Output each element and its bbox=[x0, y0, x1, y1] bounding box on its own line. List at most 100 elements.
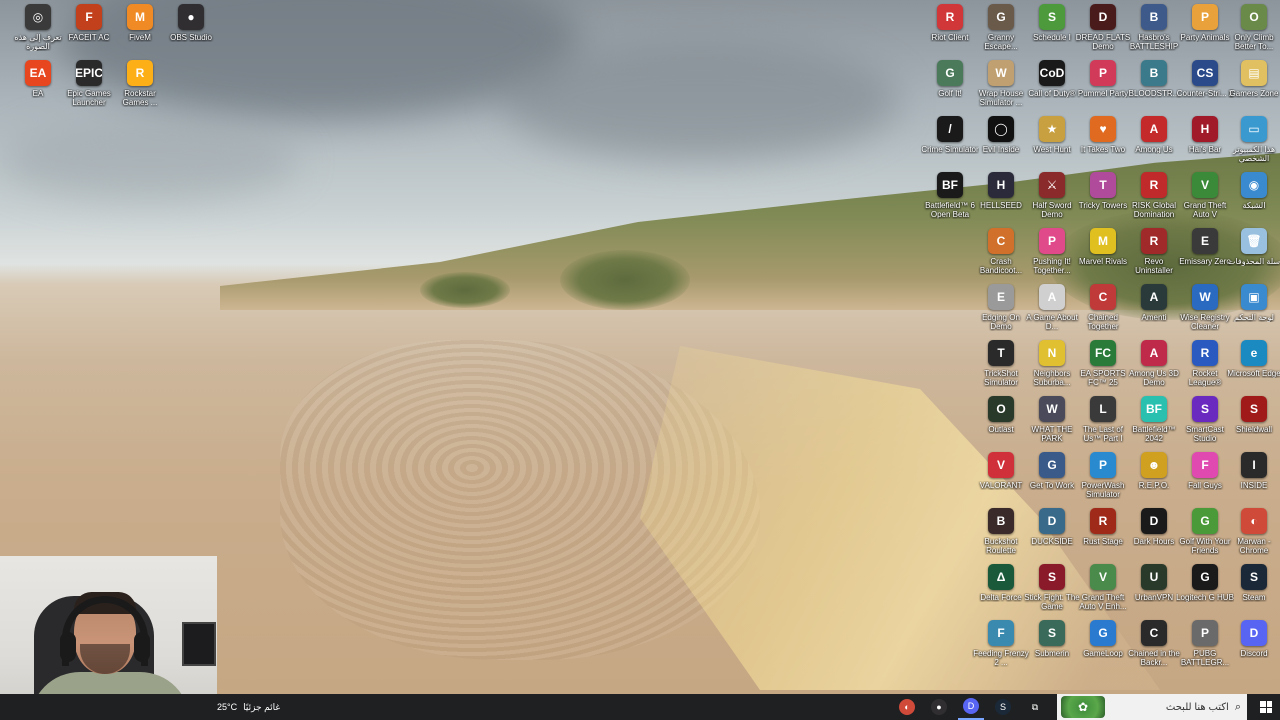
discord-taskbar-icon[interactable]: D bbox=[958, 694, 984, 720]
desktop-icon-faceit-ac[interactable]: F FACEIT AC bbox=[60, 4, 118, 60]
desktop-icon-submerin[interactable]: S Submerin bbox=[1023, 620, 1081, 676]
desktop-icon-crash-bandicoot[interactable]: C Crash Bandicoot... bbox=[972, 228, 1030, 284]
desktop-icon-label: Shieldwall bbox=[1235, 425, 1273, 434]
search-highlight-icon[interactable]: ✿ bbox=[1061, 696, 1105, 718]
background-monitor bbox=[182, 622, 216, 666]
app-icon: T bbox=[988, 340, 1014, 366]
desktop-icon-valorant[interactable]: V VALORANT bbox=[972, 452, 1030, 508]
desktop-icon-microsoft-edge[interactable]: e Microsoft Edge bbox=[1225, 340, 1280, 396]
desktop-icon-gamers-zone[interactable]: ▤ Gamers Zone bbox=[1225, 60, 1280, 116]
app-icon: A bbox=[1141, 284, 1167, 310]
steam-taskbar-icon[interactable]: S bbox=[990, 694, 1016, 720]
desktop-icon-amenti[interactable]: A Amenti bbox=[1125, 284, 1183, 340]
app-icon: B bbox=[1141, 60, 1167, 86]
desktop-icon-feeding-frenzy-2[interactable]: F Feeding Frenzy 2 ... bbox=[972, 620, 1030, 676]
desktop-icon-delta-force[interactable]: Δ Delta Force bbox=[972, 564, 1030, 620]
desktop-icon-dread-flats-demo[interactable]: D DREAD FLATS Demo bbox=[1074, 4, 1132, 60]
app-icon: W bbox=[1039, 396, 1065, 422]
desktop-icon-schedule-i[interactable]: S Schedule I bbox=[1023, 4, 1081, 60]
desktop-icon-ea-sports-fc-25[interactable]: FC EA SPORTS FC™ 25 bbox=[1074, 340, 1132, 396]
app-icon: G bbox=[1039, 452, 1065, 478]
desktop-icon-bloodstr[interactable]: B BLOODSTR... bbox=[1125, 60, 1183, 116]
desktop-icon-among-us-3d-demo[interactable]: A Among Us 3D Demo bbox=[1125, 340, 1183, 396]
desktop-icon-hasbro-s-battleship[interactable]: B Hasbro's BATTLESHIP bbox=[1125, 4, 1183, 60]
desktop-icon-half-sword-demo[interactable]: ⚔ Half Sword Demo bbox=[1023, 172, 1081, 228]
desktop-icon-powerwash-simulator[interactable]: P PowerWash Simulator bbox=[1074, 452, 1132, 508]
desktop-icon-outlast[interactable]: O Outlast bbox=[972, 396, 1030, 452]
desktop-icon-what-the-park[interactable]: W WHAT THE PARK bbox=[1023, 396, 1081, 452]
desktop-icon-rockstar-games[interactable]: R Rockstar Games ... bbox=[111, 60, 169, 116]
desktop-icon-marvel-rivals[interactable]: M Marvel Rivals bbox=[1074, 228, 1132, 284]
desktop-icon-edging-on-demo[interactable]: E Edging On Demo bbox=[972, 284, 1030, 340]
desktop-icon-app[interactable]: ◉ الشبكة bbox=[1225, 172, 1280, 228]
desktop-icon-obs-studio[interactable]: ● OBS Studio bbox=[162, 4, 220, 60]
obs-taskbar-icon[interactable]: ● bbox=[926, 694, 952, 720]
desktop-icon-tricky-towers[interactable]: T Tricky Towers bbox=[1074, 172, 1132, 228]
desktop-icon-west-hunt[interactable]: ★ West Hunt bbox=[1023, 116, 1081, 172]
app-icon: R bbox=[127, 60, 153, 86]
desktop-icon-grand-theft-auto-v-enh[interactable]: V Grand Theft Auto V Enh... bbox=[1074, 564, 1132, 620]
desktop-icon-risk-global-domination[interactable]: R RISK Global Domination bbox=[1125, 172, 1183, 228]
desktop-icon-call-of-duty[interactable]: CoD Call of Duty® bbox=[1023, 60, 1081, 116]
desktop-icon-inside[interactable]: I INSIDE bbox=[1225, 452, 1280, 508]
desktop-icon-app[interactable]: ▭ هذا الكمبيوتر الشخصي bbox=[1225, 116, 1280, 172]
desktop-icon-stick-fight-the-game[interactable]: S Stick Fight: The Game bbox=[1023, 564, 1081, 620]
desktop-icon-the-last-of-us-part-i[interactable]: L The Last of Us™ Part I bbox=[1074, 396, 1132, 452]
chrome-taskbar-icon[interactable]: ◐ bbox=[894, 694, 920, 720]
desktop-icon-label: EA SPORTS FC™ 25 bbox=[1080, 369, 1126, 387]
desktop-icon-steam[interactable]: S Steam bbox=[1225, 564, 1280, 620]
desktop-icon-buckshot-roulette[interactable]: B Buckshot Roulette bbox=[972, 508, 1030, 564]
desktop-icon-pummel-party[interactable]: P Pummel Party bbox=[1074, 60, 1132, 116]
app-icon: P bbox=[1090, 452, 1116, 478]
desktop-icon-app[interactable]: ▣ لوحة التحكم bbox=[1225, 284, 1280, 340]
desktop-icon-urbanvpn[interactable]: U UrbanVPN bbox=[1125, 564, 1183, 620]
desktop-icon-among-us[interactable]: A Among Us bbox=[1125, 116, 1183, 172]
desktop-icon-granny-escape[interactable]: G Granny Escape... bbox=[972, 4, 1030, 60]
task-view-taskbar-icon[interactable]: ⧉ bbox=[1022, 694, 1048, 720]
app-icon: V bbox=[1090, 564, 1116, 590]
desktop-icon-get-to-work[interactable]: G Get To Work bbox=[1023, 452, 1081, 508]
desktop-icon-discord[interactable]: D Discord bbox=[1225, 620, 1280, 676]
desktop-icon-trickshot-simulator[interactable]: T TrickShot Simulator bbox=[972, 340, 1030, 396]
app-icon: BF bbox=[1141, 396, 1167, 422]
desktop-icon-it-takes-two[interactable]: ♥ It Takes Two bbox=[1074, 116, 1132, 172]
desktop-icon-app[interactable]: 🗑 سلة المحذوفات bbox=[1225, 228, 1280, 284]
taskbar-search-box[interactable]: ✿ اكتب هنا للبحث ⌕ bbox=[1057, 694, 1247, 720]
desktop-icon-shieldwall[interactable]: S Shieldwall bbox=[1225, 396, 1280, 452]
desktop-icon-battlefield-2042[interactable]: BF Battlefield™ 2042 bbox=[1125, 396, 1183, 452]
desktop-icon-crime-simulator[interactable]: / Crime Simulator bbox=[921, 116, 979, 172]
desktop-icon-chained-together[interactable]: C Chained Together bbox=[1074, 284, 1132, 340]
desktop-icon-ea[interactable]: EA EA bbox=[9, 60, 67, 116]
desktop-icon-golf-it[interactable]: G Golf It! bbox=[921, 60, 979, 116]
desktop-icon-hellseed[interactable]: H HELLSEED bbox=[972, 172, 1030, 228]
desktop-icon-wrap-house-simulator[interactable]: W Wrap House Simulator ... bbox=[972, 60, 1030, 116]
desktop-icon-neighbors-suburba[interactable]: N Neighbors Suburba... bbox=[1023, 340, 1081, 396]
app-icon: S bbox=[1192, 396, 1218, 422]
desktop-icon-label: Battlefield™ 6 Open Beta bbox=[925, 201, 975, 219]
desktop-icon-r-e-p-o[interactable]: ☻ R.E.P.O. bbox=[1125, 452, 1183, 508]
desktop-icon-revo-uninstaller[interactable]: R Revo Uninstaller bbox=[1125, 228, 1183, 284]
desktop-icon-dark-hours[interactable]: D Dark Hours bbox=[1125, 508, 1183, 564]
desktop-icon-pushing-it-together[interactable]: P Pushing It! Together... bbox=[1023, 228, 1081, 284]
desktop-icon-a-game-about-d[interactable]: A A Game About D... bbox=[1023, 284, 1081, 340]
desktop-icon-rust-stage[interactable]: R Rust Stage bbox=[1074, 508, 1132, 564]
desktop-icon-duckside[interactable]: D DUCKSIDE bbox=[1023, 508, 1081, 564]
start-button[interactable] bbox=[1252, 694, 1280, 720]
desktop-icon-label: Discord bbox=[1240, 649, 1268, 658]
desktop-icon-only-climb-better-to[interactable]: O Only Climb Better To... bbox=[1225, 4, 1280, 60]
desktop-icon-app[interactable]: ◎ تعرف إلى هذه الصورة bbox=[9, 4, 67, 60]
desktop-icon-fivem[interactable]: M FiveM bbox=[111, 4, 169, 60]
app-icon: FC bbox=[1090, 340, 1116, 366]
app-icon: F bbox=[76, 4, 102, 30]
desktop-icon-epic-games-launcher[interactable]: EPIC Epic Games Launcher bbox=[60, 60, 118, 116]
desktop-icon-label: Among Us 3D Demo bbox=[1129, 369, 1179, 387]
desktop-icon-riot-client[interactable]: R Riot Client bbox=[921, 4, 979, 60]
desktop-icon-chained-in-the-backr[interactable]: C Chained in the Backr... bbox=[1125, 620, 1183, 676]
desktop-icon-evil-inside[interactable]: ◯ Evil Inside bbox=[972, 116, 1030, 172]
desktop-icon-gameloop[interactable]: G GameLoop bbox=[1074, 620, 1132, 676]
desktop-icon-marwan-chrome[interactable]: ◐ Marwan - Chrome bbox=[1225, 508, 1280, 564]
steam-icon: S bbox=[995, 699, 1011, 715]
app-icon: ◐ bbox=[1241, 508, 1267, 534]
weather-widget[interactable]: 25°C غائم جزئيًا bbox=[217, 694, 280, 720]
desktop-icon-battlefield-6-open-beta[interactable]: BF Battlefield™ 6 Open Beta bbox=[921, 172, 979, 228]
